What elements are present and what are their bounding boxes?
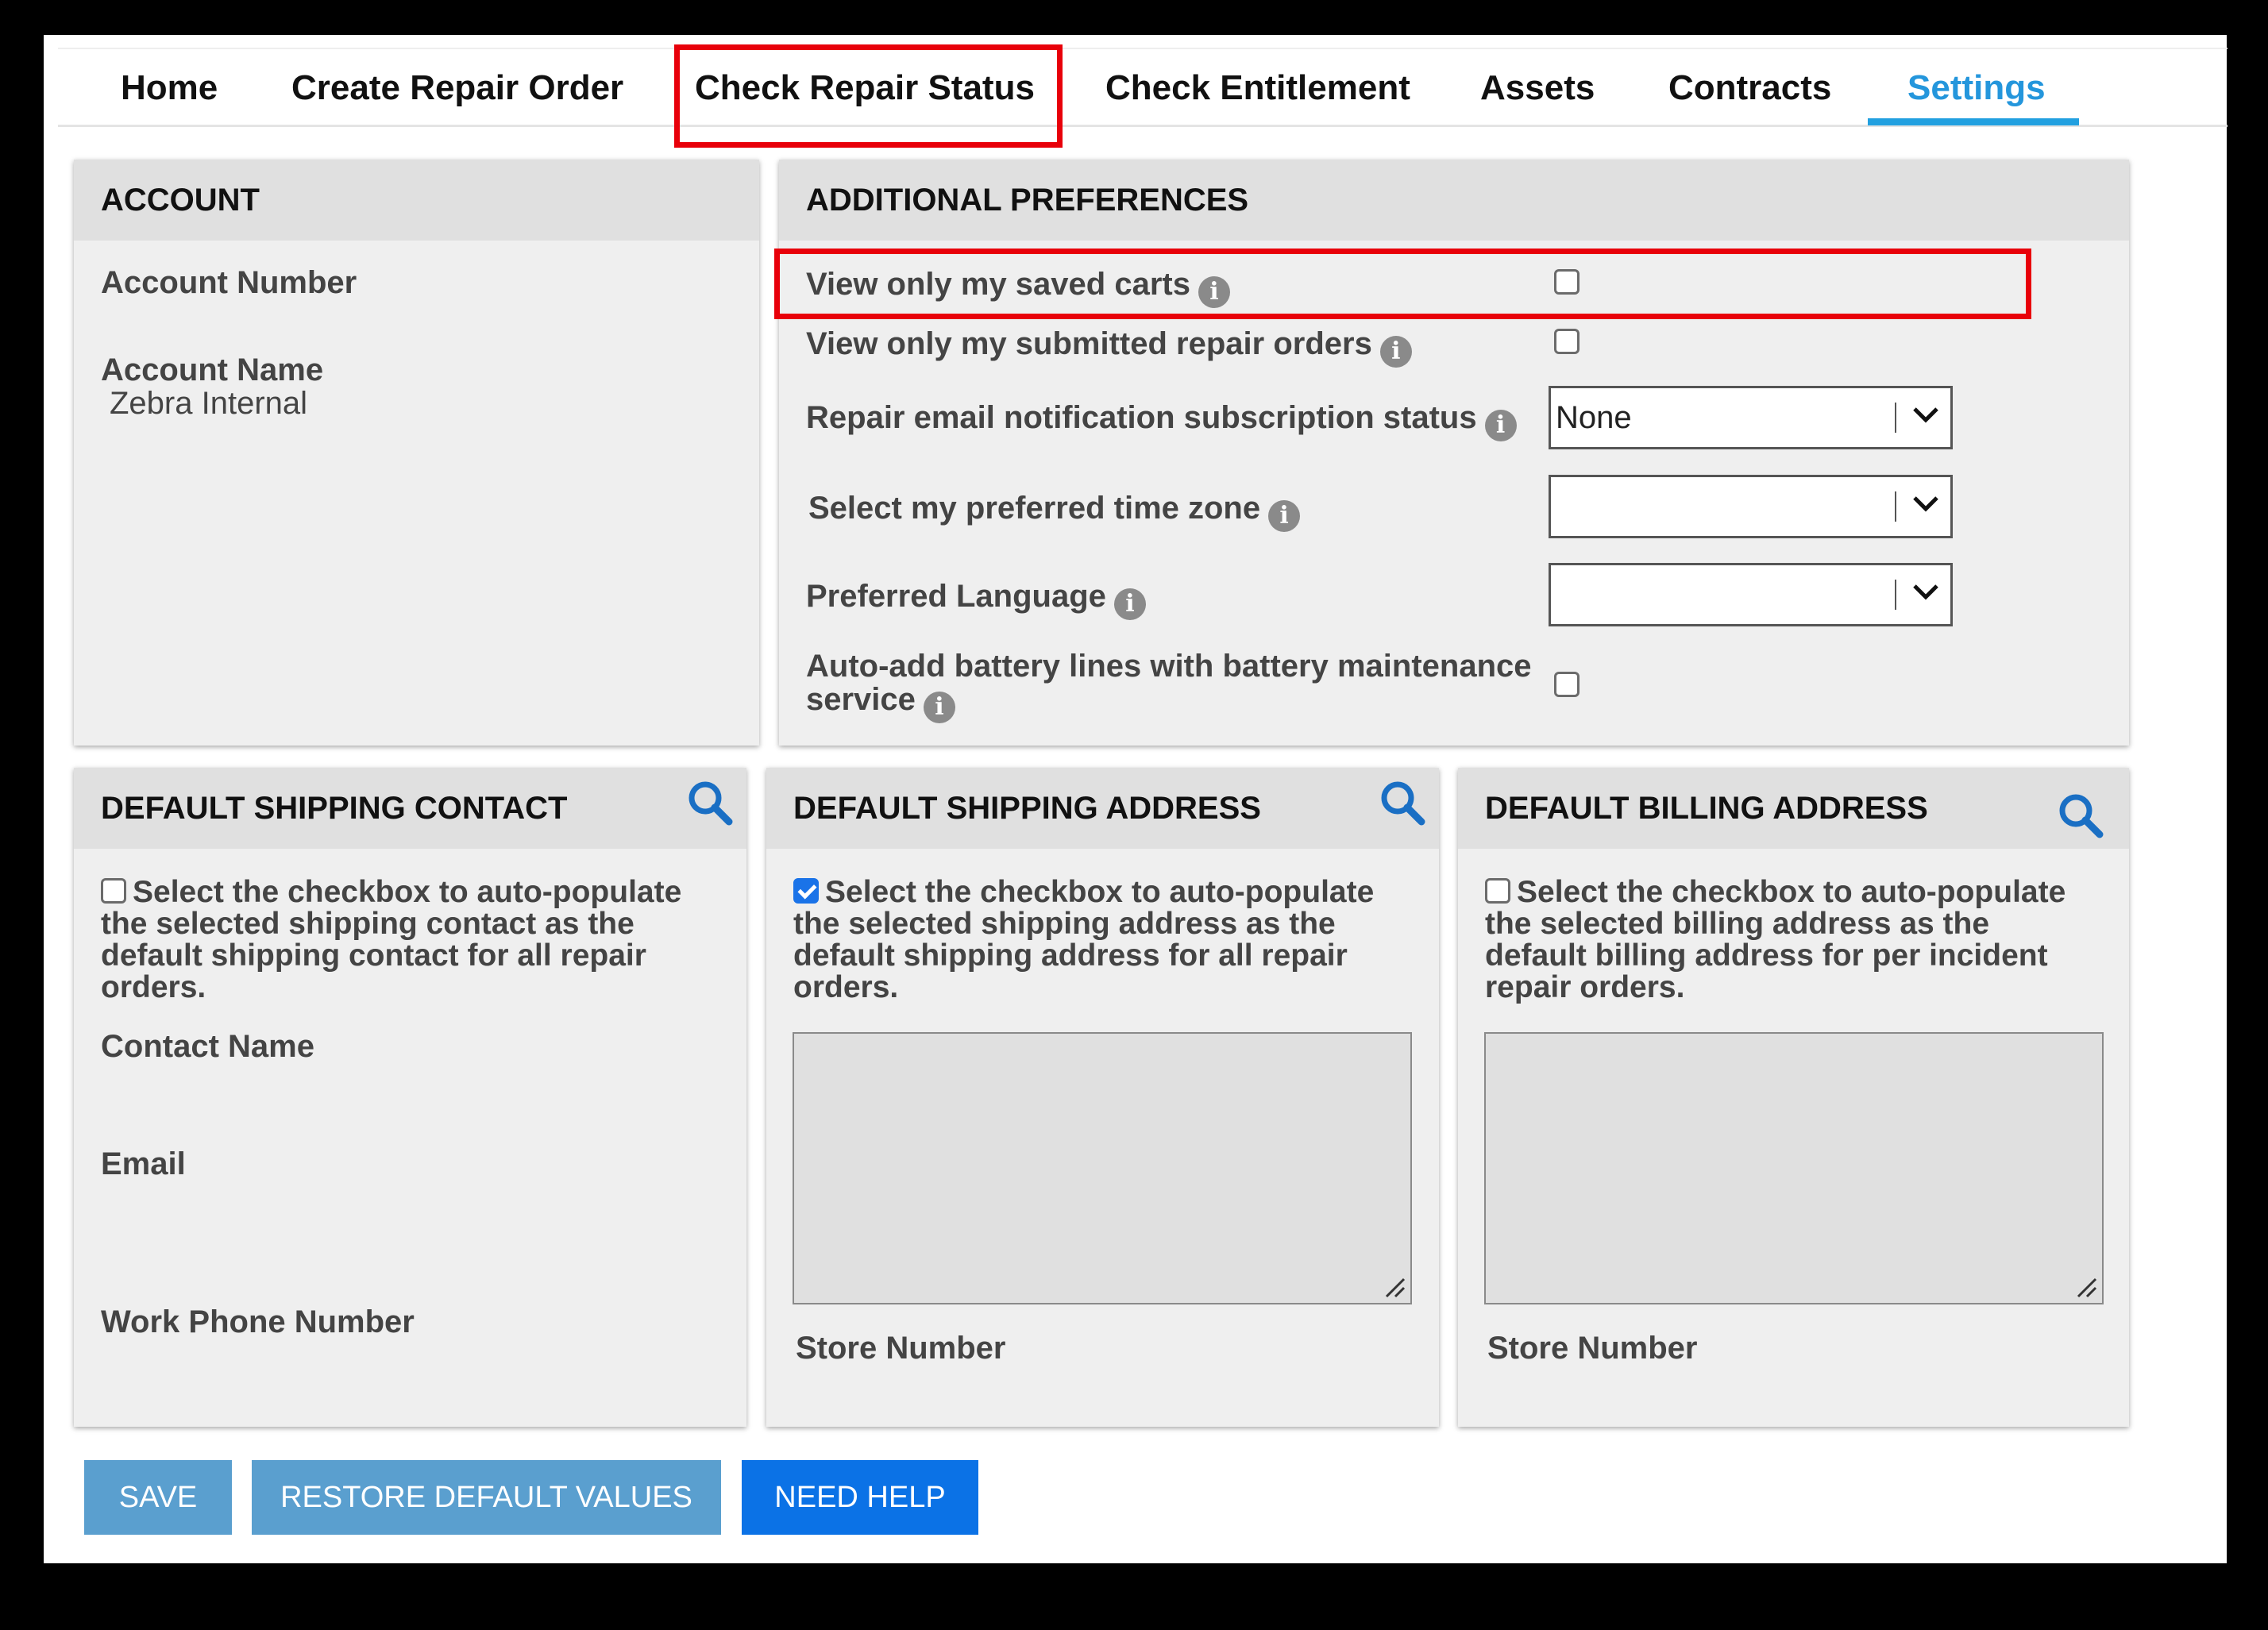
battery-lines-label: Auto-add battery lines with battery main… <box>806 649 1532 723</box>
shipping-address-checkbox[interactable] <box>793 878 819 904</box>
description-line: orders. <box>793 970 899 1004</box>
description-line: default shipping contact for all repair <box>101 938 646 973</box>
highlight-view-saved-carts <box>774 249 2031 319</box>
battery-lines-text-line2: service <box>806 682 916 717</box>
billing-address-checkbox[interactable] <box>1485 878 1510 904</box>
email-notification-select[interactable]: None <box>1549 386 1953 449</box>
tab-create-repair-order[interactable]: Create Repair Order <box>291 49 623 126</box>
info-icon[interactable]: i <box>1484 410 1517 441</box>
account-name-value: Zebra Internal <box>110 386 308 421</box>
chevron-down-icon <box>1913 584 1938 600</box>
view-submitted-orders-text: View only my submitted repair orders <box>806 326 1372 361</box>
need-help-button[interactable]: NEED HELP <box>742 1460 978 1535</box>
language-text: Preferred Language <box>806 579 1106 614</box>
tab-contracts[interactable]: Contracts <box>1668 49 1831 126</box>
active-tab-indicator <box>1868 118 2079 125</box>
shipping-store-number-label: Store Number <box>796 1331 1006 1366</box>
description-line: orders. <box>101 970 206 1004</box>
shipping-contact-description: Select the checkbox to auto-populate the… <box>101 877 736 1004</box>
shipping-contact-panel: DEFAULT SHIPPING CONTACT Select the chec… <box>74 768 746 1427</box>
account-panel-title: ACCOUNT <box>101 183 260 218</box>
select-separator <box>1895 580 1896 610</box>
billing-address-panel: DEFAULT BILLING ADDRESS Select the check… <box>1458 768 2129 1427</box>
preferences-panel-header: ADDITIONAL PREFERENCES <box>779 160 2129 241</box>
account-panel-header: ACCOUNT <box>74 160 759 241</box>
tab-check-entitlement[interactable]: Check Entitlement <box>1105 49 1410 126</box>
billing-address-textarea[interactable] <box>1484 1032 2104 1304</box>
shipping-contact-header: DEFAULT SHIPPING CONTACT <box>74 768 746 849</box>
billing-address-description: Select the checkbox to auto-populate the… <box>1485 877 2120 1004</box>
language-select[interactable] <box>1549 563 1953 626</box>
info-icon[interactable]: i <box>1268 500 1301 532</box>
chevron-down-icon <box>1913 407 1938 423</box>
contact-name-label: Contact Name <box>101 1029 314 1064</box>
chevron-down-icon <box>1913 496 1938 512</box>
language-label: Preferred Language i <box>806 577 1146 620</box>
view-submitted-orders-checkbox[interactable] <box>1554 329 1580 354</box>
shipping-address-header: DEFAULT SHIPPING ADDRESS <box>766 768 1439 849</box>
description-line: default billing address for per incident <box>1485 938 2048 973</box>
time-zone-label: Select my preferred time zone i <box>808 489 1301 532</box>
battery-lines-text-line1: Auto-add battery lines with battery main… <box>806 649 1532 684</box>
shipping-address-title: DEFAULT SHIPPING ADDRESS <box>793 791 1261 826</box>
resize-grip-icon[interactable] <box>2073 1274 2097 1298</box>
restore-defaults-button[interactable]: RESTORE DEFAULT VALUES <box>252 1460 721 1535</box>
select-separator <box>1895 403 1896 433</box>
battery-lines-checkbox[interactable] <box>1554 672 1580 697</box>
description-line: default shipping address for all repair <box>793 938 1348 973</box>
search-icon[interactable] <box>2057 792 2104 839</box>
email-notification-value: None <box>1556 400 1632 435</box>
tab-home[interactable]: Home <box>121 49 218 126</box>
description-line: the selected shipping address as the <box>793 907 1336 941</box>
search-icon[interactable] <box>1379 779 1426 827</box>
view-submitted-orders-label: View only my submitted repair orders i <box>806 325 1412 368</box>
account-name-label: Account Name <box>101 353 324 387</box>
email-notification-label: Repair email notification subscription s… <box>806 399 1517 441</box>
info-icon[interactable]: i <box>923 692 955 723</box>
description-line: Select the checkbox to auto-populate <box>133 875 682 909</box>
info-icon[interactable]: i <box>1113 588 1146 620</box>
email-label: Email <box>101 1146 186 1181</box>
description-line: the selected billing address as the <box>1485 907 1990 941</box>
account-panel: ACCOUNT Account Number Account Name Zebr… <box>74 160 759 746</box>
description-line: Select the checkbox to auto-populate <box>1517 875 2066 909</box>
save-button[interactable]: SAVE <box>84 1460 232 1535</box>
description-line: repair orders. <box>1485 970 1685 1004</box>
preferences-panel-title: ADDITIONAL PREFERENCES <box>806 183 1249 218</box>
highlight-check-repair-status <box>674 44 1063 148</box>
preferences-panel: ADDITIONAL PREFERENCES View only my save… <box>779 160 2129 746</box>
work-phone-label: Work Phone Number <box>101 1304 415 1339</box>
tab-assets[interactable]: Assets <box>1480 49 1595 126</box>
tab-settings[interactable]: Settings <box>1907 49 2046 126</box>
shipping-contact-checkbox[interactable] <box>101 878 126 904</box>
billing-address-header: DEFAULT BILLING ADDRESS <box>1458 768 2129 849</box>
time-zone-select[interactable] <box>1549 475 1953 538</box>
description-line: the selected shipping contact as the <box>101 907 634 941</box>
description-line: Select the checkbox to auto-populate <box>825 875 1375 909</box>
select-separator <box>1895 491 1896 522</box>
resize-grip-icon[interactable] <box>1382 1274 1406 1298</box>
shipping-address-textarea[interactable] <box>793 1032 1412 1304</box>
shipping-address-panel: DEFAULT SHIPPING ADDRESS Select the chec… <box>766 768 1439 1427</box>
account-number-label: Account Number <box>101 265 357 300</box>
info-icon[interactable]: i <box>1379 336 1412 368</box>
billing-store-number-label: Store Number <box>1487 1331 1698 1366</box>
top-navigation: Home Create Repair Order Check Repair St… <box>58 48 2228 127</box>
billing-address-title: DEFAULT BILLING ADDRESS <box>1485 791 1928 826</box>
email-notification-text: Repair email notification subscription s… <box>806 400 1477 435</box>
shipping-contact-title: DEFAULT SHIPPING CONTACT <box>101 791 568 826</box>
search-icon[interactable] <box>686 779 734 827</box>
shipping-address-description: Select the checkbox to auto-populate the… <box>793 877 1429 1004</box>
time-zone-text: Select my preferred time zone <box>808 491 1261 526</box>
